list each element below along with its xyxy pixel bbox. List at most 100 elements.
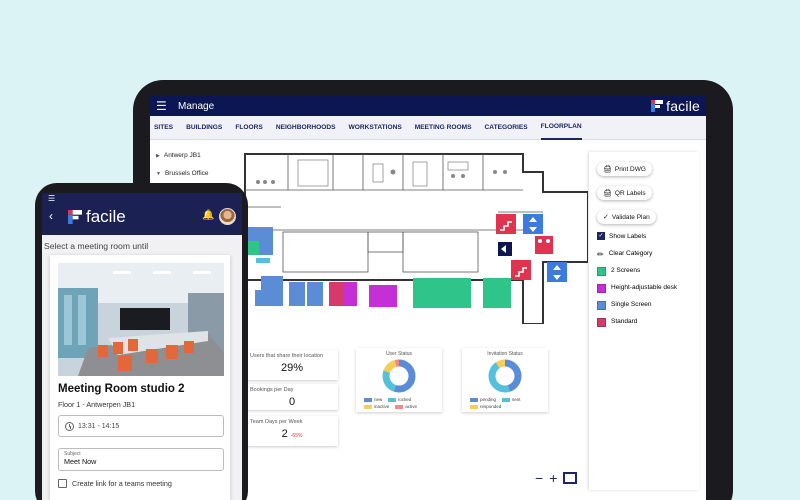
legend-item: new xyxy=(364,397,382,402)
tab-workstations[interactable]: WORKSTATIONS xyxy=(349,116,402,139)
tab-floors[interactable]: FLOORS xyxy=(235,116,262,139)
legend-item: locked xyxy=(388,397,411,402)
tab-buildings[interactable]: BUILDINGS xyxy=(186,116,222,139)
stairs-icon-2[interactable] xyxy=(511,260,531,280)
tab-floorplan[interactable]: FLOORPLAN xyxy=(540,115,582,140)
show-labels-label: Show Labels xyxy=(609,232,647,240)
brand-name: facile xyxy=(86,207,126,226)
category-swatch xyxy=(597,267,606,276)
category-label: Single Screen xyxy=(611,301,652,308)
facile-logo-icon xyxy=(68,210,82,224)
phone-screen: ☰ ‹ facile 🔔 Select a meeting room until xyxy=(42,193,242,500)
legend-item: inactive xyxy=(364,404,389,409)
user-status-donut xyxy=(382,359,416,393)
brand-logo: facile xyxy=(651,98,700,114)
phone-header: ☰ ‹ facile 🔔 xyxy=(42,193,242,235)
subject-field[interactable]: Subject Meet Now xyxy=(58,448,224,471)
back-arrow-icon[interactable]: ‹ xyxy=(49,209,53,223)
hamburger-menu-icon[interactable]: ☰ xyxy=(48,194,55,203)
validate-plan-button[interactable]: ✓ Validate Plan xyxy=(597,210,656,224)
teams-link-option[interactable]: Create link for a teams meeting xyxy=(58,479,172,488)
legend-item: sent xyxy=(502,397,521,402)
qr-labels-label: QR Labels xyxy=(614,189,646,197)
stat-bookings-per-day: Bookings per Day 0 xyxy=(246,384,338,410)
legend-item: pending xyxy=(470,397,496,402)
tree-item-label: Brussels Office xyxy=(164,170,209,177)
validate-plan-label: Validate Plan xyxy=(611,213,650,221)
tab-sites[interactable]: SITES xyxy=(154,116,173,139)
notification-bell-icon[interactable]: 🔔 xyxy=(202,210,214,221)
app-bar: ☰ Manage facile xyxy=(150,96,706,116)
hamburger-menu-icon[interactable]: ☰ xyxy=(156,99,172,113)
zoom-out-icon[interactable]: − xyxy=(535,470,543,486)
checkbox-unchecked-icon[interactable] xyxy=(58,479,67,488)
qr-labels-button[interactable]: 🖨 QR Labels xyxy=(597,186,652,200)
tree-item-antwerp[interactable]: ▶ Antwerp JB1 xyxy=(156,152,209,159)
tree-item-brussels[interactable]: ▼ Brussels Office xyxy=(156,170,209,177)
printer-icon: 🖨 xyxy=(603,190,612,197)
stat-value-row: 2 -65% xyxy=(250,428,334,440)
category-height-adjustable[interactable]: Height-adjustable desk xyxy=(597,284,691,293)
show-labels-toggle[interactable]: ✓ Show Labels xyxy=(597,232,691,240)
stat-value: 0 xyxy=(288,396,296,408)
tab-categories[interactable]: CATEGORIES xyxy=(485,116,528,139)
category-single-screen[interactable]: Single Screen xyxy=(597,301,691,310)
chart-title: User Status xyxy=(385,351,413,357)
user-status-legend: new locked inactive active xyxy=(356,397,442,409)
user-status-card: User Status new locked inactive active xyxy=(356,348,442,412)
legend-item: responded xyxy=(470,404,501,409)
category-standard[interactable]: Standard xyxy=(597,318,691,327)
checkbox-checked-icon[interactable]: ✓ xyxy=(597,232,605,240)
room-name: Meeting Room studio 2 xyxy=(58,383,185,395)
avatar[interactable] xyxy=(219,208,236,225)
category-label: 2 Screens xyxy=(611,267,641,274)
expand-arrow-icon: ▶ xyxy=(156,153,160,159)
collapse-arrow-icon: ▼ xyxy=(156,171,161,177)
invitation-status-donut xyxy=(488,359,522,393)
stat-label: Team Days per Week xyxy=(250,419,303,425)
meeting-room-card: Meeting Room studio 2 Floor 1 - Antwerpe… xyxy=(50,255,230,500)
invitation-status-card: Invitation Status pending sent responded xyxy=(462,348,548,412)
category-swatch xyxy=(597,301,606,310)
print-dwg-button[interactable]: 🖨 Print DWG xyxy=(597,162,652,176)
room-photo xyxy=(58,263,224,376)
stat-value: 29% xyxy=(280,362,304,374)
brand-logo: facile xyxy=(68,207,126,227)
app-title: Manage xyxy=(178,100,215,112)
printer-icon: 🖨 xyxy=(603,166,612,173)
tab-meeting-rooms[interactable]: MEETING ROOMS xyxy=(415,116,472,139)
stat-label: Bookings per Day xyxy=(250,387,294,393)
chart-title: Invitation Status xyxy=(487,351,523,357)
zoom-controls: − + xyxy=(535,470,578,486)
floorplan-canvas[interactable] xyxy=(243,152,588,324)
check-icon: ✓ xyxy=(603,214,609,221)
fit-screen-icon[interactable] xyxy=(563,472,578,484)
legend-item: active xyxy=(395,404,417,409)
category-label: Standard xyxy=(611,318,638,325)
clear-category-label: Clear Category xyxy=(608,250,653,257)
stat-delta: -65% xyxy=(290,433,303,439)
subject-value: Meet Now xyxy=(64,457,97,466)
category-swatch xyxy=(597,318,606,327)
room-floor: Floor 1 - Antwerpen JB1 xyxy=(58,400,136,409)
restroom-icon[interactable] xyxy=(535,236,553,254)
brand-name: facile xyxy=(666,98,700,114)
zoom-in-icon[interactable]: + xyxy=(549,470,557,486)
time-range-field[interactable]: 13:31 - 14:15 xyxy=(58,415,224,437)
clock-icon xyxy=(65,421,74,431)
category-swatch xyxy=(597,284,606,293)
print-dwg-label: Print DWG xyxy=(614,165,646,173)
invitation-status-legend: pending sent responded xyxy=(462,397,548,409)
floorplan-tools-panel: 🖨 Print DWG 🖨 QR Labels ✓ Validate Plan ✓ S… xyxy=(589,152,699,490)
stat-location-share: Users that share their location 29% xyxy=(246,350,338,380)
time-range-value: 13:31 - 14:15 xyxy=(78,422,120,430)
stat-value: 2 xyxy=(281,428,288,440)
stat-team-days: Team Days per Week 2 -65% xyxy=(246,416,338,446)
category-2-screens[interactable]: 2 Screens xyxy=(597,267,691,276)
tab-neighborhoods[interactable]: NEIGHBORHOODS xyxy=(276,116,336,139)
clear-category-button[interactable]: ✏ Clear Category xyxy=(597,250,691,259)
paint-brush-icon: ✏ xyxy=(597,250,604,259)
nav-tabs: SITES BUILDINGS FLOORS NEIGHBORHOODS WOR… xyxy=(150,116,706,140)
stairs-icon[interactable] xyxy=(496,214,516,234)
teams-link-label: Create link for a teams meeting xyxy=(72,479,172,488)
